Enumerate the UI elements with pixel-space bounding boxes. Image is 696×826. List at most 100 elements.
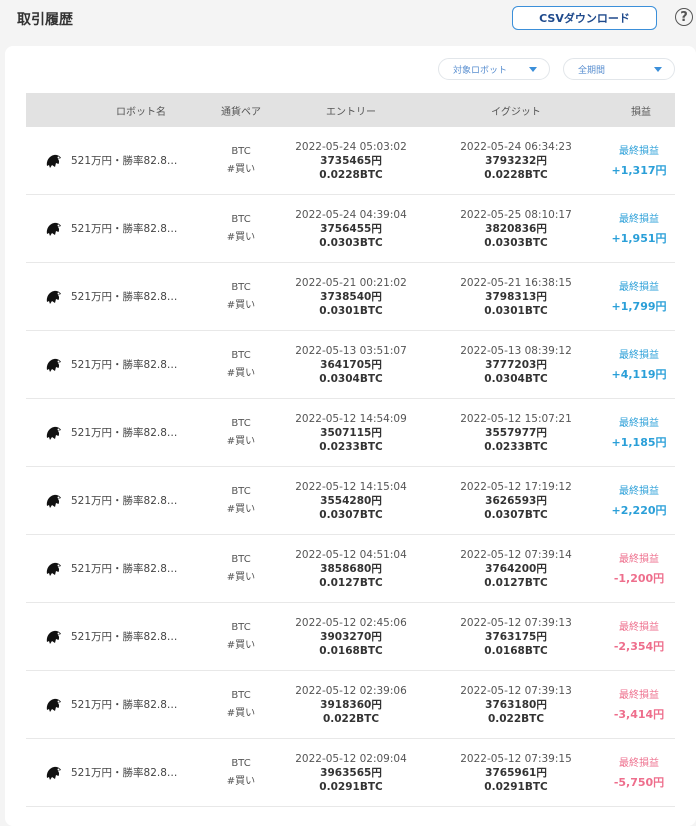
- exit-quantity: 0.022BTC: [487, 712, 545, 725]
- entry-time: 2022-05-12 14:15:04: [295, 480, 407, 493]
- exit-time: 2022-05-12 07:39:15: [460, 752, 572, 765]
- table-row[interactable]: 521万円・勝率82.8… BTC #買い 2022-05-24 05:03:0…: [26, 127, 675, 195]
- pnl-cell: 最終損益 +2,220円: [604, 467, 674, 534]
- trade-side: #買い: [226, 707, 256, 719]
- pnl-label: 最終損益: [619, 553, 659, 565]
- table-row[interactable]: 521万円・勝率82.8… BTC #買い 2022-05-12 02:45:0…: [26, 603, 675, 671]
- currency-pair: BTC: [231, 145, 251, 157]
- robot-name: 521万円・勝率82.8…: [71, 427, 178, 439]
- entry-cell: 2022-05-12 04:51:04 3858680円 0.0127BTC: [276, 535, 426, 602]
- robot-cell: 521万円・勝率82.8…: [44, 739, 177, 806]
- pair-cell: BTC #買い: [206, 127, 276, 194]
- robot-cell: 521万円・勝率82.8…: [44, 467, 177, 534]
- robot-cell: 521万円・勝率82.8…: [44, 331, 177, 398]
- robot-name: 521万円・勝率82.8…: [71, 699, 178, 711]
- pnl-cell: 最終損益 +1,951円: [604, 195, 674, 262]
- robot-avatar-icon: [46, 290, 61, 304]
- pnl-label: 最終損益: [619, 349, 659, 361]
- page-title: 取引履歴: [17, 12, 73, 28]
- trade-side: #買い: [226, 775, 256, 787]
- trade-side: #買い: [226, 163, 256, 175]
- exit-quantity: 0.0168BTC: [484, 644, 548, 657]
- table-row[interactable]: 521万円・勝率82.8… BTC #買い 2022-05-24 04:39:0…: [26, 195, 675, 263]
- entry-time: 2022-05-12 02:39:06: [295, 684, 407, 697]
- pnl-label: 最終損益: [619, 145, 659, 157]
- pnl-label: 最終損益: [619, 485, 659, 497]
- table-row[interactable]: 521万円・勝率82.8… BTC #買い 2022-05-12 14:15:0…: [26, 467, 675, 535]
- robot-name: 521万円・勝率82.8…: [71, 291, 178, 303]
- trade-side: #買い: [226, 503, 256, 515]
- exit-cell: 2022-05-24 06:34:23 3793232円 0.0228BTC: [441, 127, 591, 194]
- pnl-value: +1,799円: [611, 299, 667, 313]
- pair-cell: BTC #買い: [206, 671, 276, 738]
- table-row[interactable]: 521万円・勝率82.8… BTC #買い 2022-05-13 03:51:0…: [26, 331, 675, 399]
- csv-download-button[interactable]: CSVダウンロード: [512, 6, 657, 30]
- pnl-label: 最終損益: [619, 213, 659, 225]
- pnl-value: +2,220円: [611, 503, 667, 517]
- pair-cell: BTC #買い: [206, 331, 276, 398]
- currency-pair: BTC: [231, 213, 251, 225]
- exit-price: 3765961円: [485, 766, 547, 779]
- robot-name: 521万円・勝率82.8…: [71, 495, 178, 507]
- table-row[interactable]: 521万円・勝率82.8… BTC #買い 2022-05-21 00:21:0…: [26, 263, 675, 331]
- table-row[interactable]: 521万円・勝率82.8… BTC #買い 2022-05-12 14:54:0…: [26, 399, 675, 467]
- pnl-label: 最終損益: [619, 281, 659, 293]
- entry-quantity: 0.0168BTC: [319, 644, 383, 657]
- column-header-pair: 通貨ペア: [221, 106, 261, 118]
- robot-avatar-icon: [46, 222, 61, 236]
- entry-quantity: 0.0228BTC: [319, 168, 383, 181]
- help-icon[interactable]: ?: [675, 8, 693, 26]
- period-filter-select[interactable]: 全期間: [563, 58, 675, 80]
- entry-quantity: 0.0307BTC: [319, 508, 383, 521]
- exit-time: 2022-05-12 07:39:13: [460, 684, 572, 697]
- pnl-value: -5,750円: [613, 775, 665, 789]
- exit-price: 3626593円: [485, 494, 547, 507]
- robot-cell: 521万円・勝率82.8…: [44, 671, 177, 738]
- table-row[interactable]: 521万円・勝率82.8… BTC #買い 2022-05-12 02:09:0…: [26, 739, 675, 807]
- robot-name: 521万円・勝率82.8…: [71, 631, 178, 643]
- exit-cell: 2022-05-13 08:39:12 3777203円 0.0304BTC: [441, 331, 591, 398]
- column-header-entry: エントリー: [326, 106, 376, 118]
- currency-pair: BTC: [231, 281, 251, 293]
- exit-price: 3793232円: [485, 154, 547, 167]
- period-filter-label: 全期間: [578, 65, 606, 76]
- exit-quantity: 0.0304BTC: [484, 372, 548, 385]
- pnl-cell: 最終損益 -1,200円: [604, 535, 674, 602]
- entry-cell: 2022-05-21 00:21:02 3738540円 0.0301BTC: [276, 263, 426, 330]
- entry-price: 3641705円: [320, 358, 382, 371]
- robot-name: 521万円・勝率82.8…: [71, 563, 178, 575]
- robot-avatar-icon: [46, 698, 61, 712]
- exit-price: 3820836円: [485, 222, 547, 235]
- trade-side: #買い: [226, 639, 256, 651]
- exit-price: 3763175円: [485, 630, 547, 643]
- entry-cell: 2022-05-12 02:09:04 3963565円 0.0291BTC: [276, 739, 426, 806]
- exit-cell: 2022-05-21 16:38:15 3798313円 0.0301BTC: [441, 263, 591, 330]
- table-row[interactable]: 521万円・勝率82.8… BTC #買い 2022-05-12 04:51:0…: [26, 535, 675, 603]
- exit-quantity: 0.0228BTC: [484, 168, 548, 181]
- robot-filter-select[interactable]: 対象ロボット: [438, 58, 550, 80]
- column-header-pnl: 損益: [631, 106, 651, 118]
- currency-pair: BTC: [231, 689, 251, 701]
- exit-cell: 2022-05-12 15:07:21 3557977円 0.0233BTC: [441, 399, 591, 466]
- exit-time: 2022-05-12 17:19:12: [460, 480, 572, 493]
- currency-pair: BTC: [231, 553, 251, 565]
- exit-time: 2022-05-12 07:39:14: [460, 548, 572, 561]
- exit-quantity: 0.0307BTC: [484, 508, 548, 521]
- entry-cell: 2022-05-12 02:45:06 3903270円 0.0168BTC: [276, 603, 426, 670]
- pnl-label: 最終損益: [619, 689, 659, 701]
- entry-price: 3963565円: [320, 766, 382, 779]
- pnl-value: -2,354円: [613, 639, 665, 653]
- exit-cell: 2022-05-12 07:39:13 3763180円 0.022BTC: [441, 671, 591, 738]
- column-header-exit: イグジット: [491, 106, 541, 118]
- table-row[interactable]: 521万円・勝率82.8… BTC #買い 2022-05-12 02:39:0…: [26, 671, 675, 739]
- pair-cell: BTC #買い: [206, 603, 276, 670]
- exit-cell: 2022-05-12 07:39:13 3763175円 0.0168BTC: [441, 603, 591, 670]
- entry-time: 2022-05-12 02:45:06: [295, 616, 407, 629]
- pair-cell: BTC #買い: [206, 263, 276, 330]
- currency-pair: BTC: [231, 417, 251, 429]
- exit-time: 2022-05-13 08:39:12: [460, 344, 572, 357]
- pnl-cell: 最終損益 -5,750円: [604, 739, 674, 806]
- pair-cell: BTC #買い: [206, 195, 276, 262]
- entry-time: 2022-05-21 00:21:02: [295, 276, 407, 289]
- exit-price: 3763180円: [485, 698, 547, 711]
